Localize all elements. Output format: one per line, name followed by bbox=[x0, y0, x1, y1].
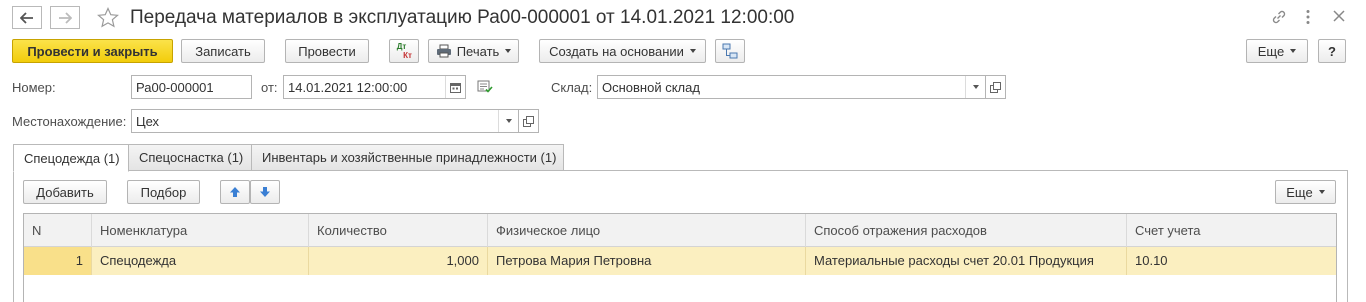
favorite-star-icon[interactable] bbox=[96, 6, 120, 33]
cell-expense-method[interactable]: Материальные расходы счет 20.01 Продукци… bbox=[806, 247, 1127, 275]
date-label: от: bbox=[261, 80, 278, 95]
items-table: N Номенклатура Количество Физическое лиц… bbox=[23, 213, 1337, 302]
table-header: N Номенклатура Количество Физическое лиц… bbox=[24, 214, 1336, 247]
create-based-on-button[interactable]: Создать на основании bbox=[539, 39, 706, 63]
arrow-right-icon bbox=[59, 11, 72, 24]
warehouse-open-button[interactable] bbox=[986, 75, 1006, 99]
warehouse-label: Склад: bbox=[551, 80, 593, 95]
number-label: Номер: bbox=[12, 80, 56, 95]
location-field[interactable]: Цех bbox=[131, 109, 519, 133]
cell-item[interactable]: Спецодежда bbox=[92, 247, 309, 275]
tab-workwear[interactable]: Спецодежда (1) bbox=[13, 144, 129, 172]
create-based-on-label: Создать на основании bbox=[549, 43, 684, 59]
chevron-down-icon bbox=[1290, 49, 1297, 53]
link-icon[interactable] bbox=[1270, 8, 1288, 29]
column-header-item[interactable]: Номенклатура bbox=[92, 214, 309, 247]
table-more-label: Еще bbox=[1286, 184, 1313, 200]
chevron-down-icon bbox=[689, 49, 696, 53]
more-vertical-icon[interactable] bbox=[1305, 9, 1311, 28]
more-label: Еще bbox=[1257, 43, 1285, 59]
number-value: Ра00-000001 bbox=[136, 79, 214, 95]
arrow-left-icon bbox=[20, 11, 33, 24]
location-open-button[interactable] bbox=[519, 109, 539, 133]
location-label: Местонахождение: bbox=[12, 114, 127, 129]
warehouse-field[interactable]: Основной склад bbox=[597, 75, 986, 99]
save-button[interactable]: Записать bbox=[181, 39, 265, 63]
dt-label: Дт bbox=[396, 42, 407, 51]
forward-button[interactable] bbox=[50, 6, 80, 29]
structure-button[interactable] bbox=[715, 39, 745, 63]
kt-label: Кт bbox=[403, 51, 412, 60]
calendar-icon[interactable] bbox=[445, 76, 465, 98]
table-more-button[interactable]: Еще bbox=[1275, 180, 1336, 204]
help-button[interactable]: ? bbox=[1318, 39, 1346, 63]
number-field[interactable]: Ра00-000001 bbox=[131, 75, 252, 99]
date-field[interactable]: 14.01.2021 12:00:00 bbox=[283, 75, 466, 99]
column-header-n[interactable]: N bbox=[24, 214, 92, 247]
cell-n[interactable]: 1 bbox=[24, 247, 92, 275]
cell-quantity[interactable]: 1,000 bbox=[309, 247, 488, 275]
move-up-button[interactable] bbox=[220, 180, 250, 204]
warehouse-dropdown-button[interactable] bbox=[965, 76, 985, 98]
chevron-down-icon bbox=[505, 49, 512, 53]
cell-account[interactable]: 10.10 bbox=[1127, 247, 1338, 275]
column-header-expense-method[interactable]: Способ отражения расходов bbox=[806, 214, 1127, 247]
chevron-down-icon bbox=[972, 85, 979, 89]
printer-icon bbox=[436, 44, 451, 58]
arrow-up-icon bbox=[230, 187, 240, 197]
cell-person[interactable]: Петрова Мария Петровна bbox=[488, 247, 806, 275]
post-and-close-button[interactable]: Провести и закрыть bbox=[12, 39, 173, 63]
column-header-person[interactable]: Физическое лицо bbox=[488, 214, 806, 247]
close-icon[interactable] bbox=[1333, 10, 1345, 25]
table-row[interactable]: 1 Спецодежда 1,000 Петрова Мария Петровн… bbox=[24, 247, 1336, 275]
document-status-icon[interactable] bbox=[477, 80, 493, 97]
document-structure-icon bbox=[722, 43, 738, 59]
warehouse-value: Основной склад bbox=[602, 79, 700, 95]
open-window-icon bbox=[523, 115, 534, 127]
column-header-quantity[interactable]: Количество bbox=[309, 214, 488, 247]
location-value: Цех bbox=[136, 113, 160, 129]
location-dropdown-button[interactable] bbox=[498, 110, 518, 132]
date-value: 14.01.2021 12:00:00 bbox=[288, 79, 408, 95]
back-button[interactable] bbox=[12, 6, 42, 29]
add-button[interactable]: Добавить bbox=[23, 180, 107, 204]
tab-special-equipment[interactable]: Спецоснастка (1) bbox=[128, 144, 252, 171]
more-button[interactable]: Еще bbox=[1246, 39, 1308, 63]
arrow-down-icon bbox=[260, 187, 270, 197]
pick-button[interactable]: Подбор bbox=[127, 180, 200, 204]
open-window-icon bbox=[990, 81, 1001, 93]
move-down-button[interactable] bbox=[250, 180, 280, 204]
tab-inventory[interactable]: Инвентарь и хозяйственные принадлежности… bbox=[251, 144, 564, 171]
column-header-account[interactable]: Счет учета bbox=[1127, 214, 1338, 247]
chevron-down-icon bbox=[1318, 190, 1325, 194]
dt-kt-button[interactable]: Дт Кт bbox=[389, 39, 419, 63]
chevron-down-icon bbox=[505, 119, 512, 123]
post-button[interactable]: Провести bbox=[285, 39, 369, 63]
page-title: Передача материалов в эксплуатацию Ра00-… bbox=[130, 7, 795, 28]
print-label: Печать bbox=[456, 43, 500, 59]
print-button[interactable]: Печать bbox=[428, 39, 519, 63]
